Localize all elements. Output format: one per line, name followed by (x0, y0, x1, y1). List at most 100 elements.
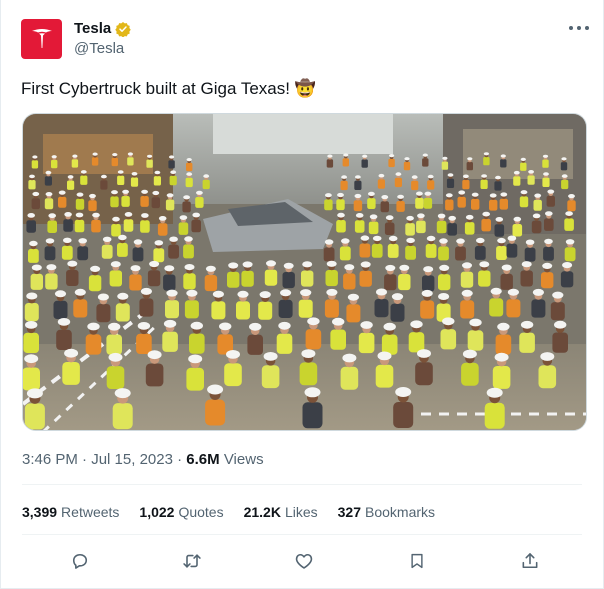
hard-hat (385, 215, 394, 221)
crowd-person (506, 243, 518, 258)
hard-hat (355, 175, 361, 179)
reply-button[interactable] (65, 546, 95, 576)
hard-hat (520, 190, 528, 195)
hard-hat (471, 192, 479, 197)
crowd-person (261, 365, 280, 389)
author-handle[interactable]: @Tesla (74, 40, 124, 57)
like-button[interactable] (289, 546, 319, 576)
crowd-person (564, 247, 576, 262)
hard-hat (525, 239, 535, 245)
crowd-person (441, 161, 449, 170)
crowd-person (44, 176, 52, 186)
stat-bookmarks[interactable]: 327 Bookmarks (338, 504, 435, 520)
crowd-person (416, 220, 426, 234)
hard-hat (169, 155, 175, 159)
hard-hat (179, 215, 188, 220)
hard-hat (532, 288, 544, 296)
bookmark-button[interactable] (402, 546, 432, 576)
crowd-person (75, 198, 85, 210)
stat-likes[interactable]: 21.2K Likes (244, 504, 318, 520)
crowd-person (438, 274, 451, 291)
crowd-person (241, 270, 254, 287)
stat-label: Quotes (178, 504, 224, 520)
hard-hat (406, 237, 415, 244)
hard-hat (395, 172, 402, 176)
hard-hat (228, 262, 239, 269)
crowd-person (513, 176, 521, 186)
crowd-person (560, 271, 574, 288)
hard-hat (389, 154, 395, 158)
hard-hat (565, 239, 575, 245)
crowd-person (336, 199, 345, 211)
crowd-person (62, 362, 80, 385)
hard-hat (186, 289, 198, 297)
crowd-person (202, 179, 210, 190)
crowd-person (205, 399, 226, 426)
crowd-person (51, 159, 58, 169)
tesla-logo-icon (31, 29, 52, 48)
crowd-person (298, 299, 313, 318)
crowd-person (464, 222, 475, 235)
hard-hat (29, 174, 35, 179)
hard-hat (45, 238, 55, 244)
crowd-person (185, 177, 193, 188)
crowd-person (447, 223, 457, 236)
crowd-person (457, 196, 466, 208)
hard-hat (63, 237, 72, 243)
tweet-time[interactable]: 3:46 PM (22, 451, 78, 468)
hard-hat (540, 352, 555, 361)
crowd-person (109, 270, 122, 287)
hard-hat (463, 174, 469, 179)
crowd-person (519, 332, 535, 353)
crowd-person (474, 245, 486, 260)
hard-hat (280, 289, 292, 297)
crowd-person (23, 332, 39, 353)
hard-hat (64, 212, 72, 217)
crowd-person (384, 222, 395, 235)
like-icon (295, 553, 313, 569)
hard-hat (25, 321, 38, 329)
more-options-button[interactable] (569, 22, 589, 34)
avatar[interactable] (21, 19, 62, 59)
crowd-person (77, 246, 89, 261)
crowd-person (183, 244, 194, 259)
hard-hat (360, 321, 373, 329)
hard-hat (192, 212, 200, 218)
crowd-person (23, 367, 40, 391)
crowd-person (423, 197, 433, 209)
hard-hat (183, 195, 191, 200)
crowd-person (117, 175, 125, 185)
crowd-person (323, 247, 335, 262)
stat-retweets[interactable]: 3,399 Retweets (22, 504, 119, 520)
hard-hat (544, 238, 553, 245)
crowd-person (127, 157, 134, 166)
hard-hat (395, 387, 412, 397)
hard-hat (552, 291, 564, 299)
more-horizontal-icon (585, 26, 589, 30)
hard-hat (92, 152, 98, 156)
stat-quotes[interactable]: 1,022 Quotes (139, 504, 223, 520)
crowd-person (538, 365, 557, 389)
crowd-person (340, 180, 348, 191)
hard-hat (362, 154, 368, 158)
hard-hat (513, 216, 522, 222)
hard-hat (58, 190, 66, 195)
crowd-person (552, 332, 568, 353)
hard-hat (416, 191, 423, 196)
hard-hat (137, 322, 151, 330)
crowd-person (168, 244, 179, 259)
hard-hat (108, 322, 121, 331)
crowd-person (247, 334, 263, 355)
reply-icon (72, 553, 88, 569)
author-name[interactable]: Tesla (74, 20, 111, 37)
share-button[interactable] (515, 546, 545, 576)
hard-hat (118, 234, 127, 241)
retweet-button[interactable] (177, 546, 207, 576)
tweet-photo[interactable] (22, 113, 587, 431)
tweet-date[interactable]: Jul 15, 2023 (91, 451, 173, 468)
hard-hat (164, 265, 175, 272)
hard-hat (368, 191, 375, 196)
hard-hat (75, 212, 84, 218)
crowd-person (368, 221, 379, 235)
tweet-card: Tesla @Tesla First Cybertruck built at G… (0, 0, 604, 589)
